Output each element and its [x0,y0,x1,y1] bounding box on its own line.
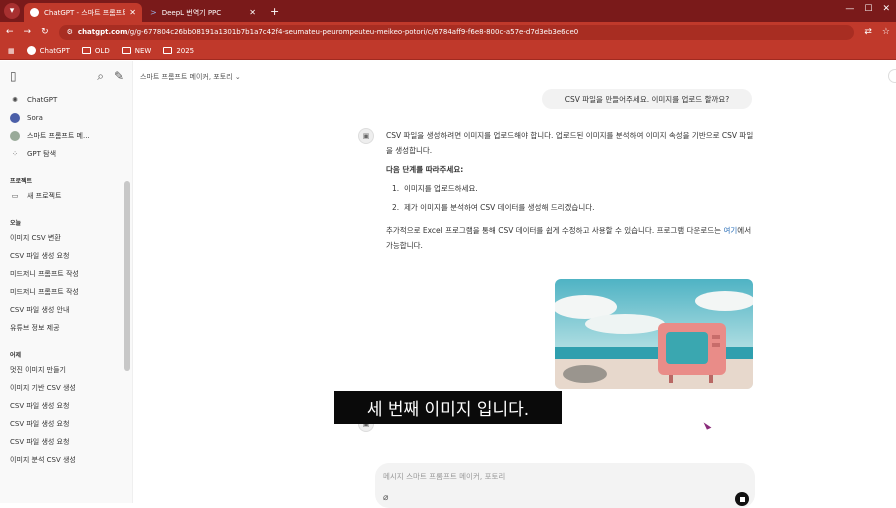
paperclip-icon[interactable]: ⌀ [383,493,388,503]
history-item[interactable]: 멋진 이미지 만들기 [0,361,132,379]
download-link[interactable]: 여기 [723,226,737,235]
history-item[interactable]: 유튜브 정보 제공 [0,319,132,337]
list-item: 1. 이미지를 업로드하세요. [392,184,478,193]
model-selector[interactable]: 스마트 프롬프트 메이커, 포토리 ⌄ [140,72,241,82]
history-item[interactable]: 이미지 기반 CSV 생성 [0,379,132,397]
mouse-cursor-icon [703,420,712,430]
search-icon[interactable]: ⌕ [97,69,104,84]
address-bar-row: ← → ↻ ⚙ chatgpt.com/g/g-677804c26bb08191… [0,22,896,42]
maximize-icon[interactable]: ☐ [864,4,872,14]
chatgpt-icon [30,8,39,17]
history-item[interactable]: CSV 파일 생성 요청 [0,397,132,415]
bookmark-chatgpt[interactable]: ChatGPT [26,46,70,55]
apps-grid-icon[interactable]: ▦ [8,47,15,55]
minimize-icon[interactable]: — [845,4,854,14]
section-today: 오늘 [10,219,22,227]
back-icon[interactable]: ← [6,27,14,37]
message-composer: ⌀ [375,463,755,508]
folder-icon [81,47,91,54]
tab-chatgpt[interactable]: ChatGPT - 스마트 프롬프트 메 ✕ [24,3,142,22]
assistant-avatar-icon: ▣ [358,128,374,144]
sidebar-scrollbar[interactable] [124,181,130,371]
tab-strip: ▾ ChatGPT - 스마트 프롬프트 메 ✕ > DeepL 번역기 PPC… [0,0,896,22]
deepl-icon: > [150,8,157,17]
bookmark-star-icon[interactable]: ☆ [882,27,890,37]
list-item: 2. 제가 이미지를 분석하여 CSV 데이터를 생성해 드리겠습니다. [392,203,595,212]
answer-paragraph: 추가적으로 Excel 프로그램을 통해 CSV 데이터를 쉽게 수정하고 사용… [386,226,752,250]
history-item[interactable]: 미드저니 프롬프트 작성 [0,265,132,283]
tab-deepl[interactable]: > DeepL 번역기 PPC ✕ [144,3,262,22]
site-info-icon[interactable]: ⚙ [67,28,73,36]
bookmark-folder-old[interactable]: OLD [81,47,110,55]
grid-icon: ⁘ [12,150,18,158]
answer-paragraph: CSV 파일을 생성하려면 이미지를 업로드해야 합니다. 업로드된 이미지를 … [386,131,754,155]
tab-search-button[interactable]: ▾ [4,3,20,19]
steps-list: 1. 이미지를 업로드하세요. 2. 제가 이미지를 분석하여 CSV 데이터를 생… [392,181,758,215]
history-item[interactable]: CSV 파일 생성 안내 [0,301,132,319]
answer-heading: 다음 단계를 따라주세요: [386,165,464,174]
history-item[interactable]: CSV 파일 생성 요청 [0,415,132,433]
assistant-message: CSV 파일을 생성하려면 이미지를 업로드해야 합니다. 업로드된 이미지를 … [386,128,758,257]
history-item[interactable]: 이미지 분석 CSV 생성 [0,451,132,469]
new-chat-icon[interactable]: ✎ [114,69,124,84]
user-message: CSV 파일을 만들어주세요. 이미지를 업로드 할까요? [542,89,752,109]
section-yesterday: 어제 [10,351,22,359]
chevron-down-icon: ⌄ [234,73,241,81]
history-item[interactable]: CSV 파일 생성 요청 [0,247,132,265]
profile-button[interactable] [888,69,896,83]
close-icon[interactable]: ✕ [249,8,256,17]
close-window-icon[interactable]: ✕ [882,4,890,14]
sora-icon [10,113,20,123]
translate-icon[interactable]: ⇄ [864,27,872,37]
tab-title: ChatGPT - 스마트 프롬프트 메 [44,8,125,17]
reload-icon[interactable]: ↻ [41,27,49,37]
sidebar-header: ▯ ⌕ ✎ [0,61,132,91]
gpt-avatar-icon [10,131,20,141]
message-input[interactable] [383,470,683,483]
chat-main: 스마트 프롬프트 메이커, 포토리 ⌄ CSV 파일을 만들어주세요. 이미지를… [134,61,896,508]
section-projects: 프로젝트 [10,177,33,185]
window-controls: — ☐ ✕ [845,4,890,14]
send-button[interactable] [735,492,749,506]
chatgpt-icon: ✺ [12,96,18,104]
folder-icon [163,47,173,54]
url-host: chatgpt.com [77,28,128,36]
chatgpt-icon [26,46,36,55]
history-item[interactable]: CSV 파일 생성 요청 [0,433,132,451]
bookmark-folder-2025[interactable]: 2025 [163,47,194,55]
sidebar-toggle-icon[interactable]: ▯ [10,69,17,83]
uploaded-image[interactable] [555,279,753,389]
bookmarks-bar: ▦ ChatGPT OLD NEW 2025 [0,42,896,60]
new-tab-button[interactable]: + [270,5,279,18]
sidebar-item-new-project[interactable]: ▭ 새 프로젝트 [0,187,132,205]
forward-icon[interactable]: → [24,27,32,37]
sidebar-item-smart-prompt[interactable]: 스마트 프롬프트 메... [0,127,132,145]
stop-icon [739,496,745,502]
url-path: /g/g-677804c26bb08191a1301b7b1a7c42f4-se… [127,28,579,36]
sidebar-item-explore-gpt[interactable]: ⁘ GPT 탐색 [0,145,132,163]
url-field[interactable]: ⚙ chatgpt.com/g/g-677804c26bb08191a1301b… [58,24,855,40]
tab-title: DeepL 번역기 PPC [161,8,222,17]
close-icon[interactable]: ✕ [129,8,136,17]
bookmark-folder-new[interactable]: NEW [121,47,151,55]
history-item[interactable]: 이미지 CSV 변환 [0,229,132,247]
sidebar: ▯ ⌕ ✎ ✺ ChatGPT Sora 스마트 프롬프트 메... ⁘ GPT 탐… [0,61,133,503]
sidebar-item-chatgpt[interactable]: ✺ ChatGPT [0,91,132,109]
sidebar-item-sora[interactable]: Sora [0,109,132,127]
folder-icon [121,47,131,54]
history-item[interactable]: 미드저니 프롬프트 작성 [0,283,132,301]
toolbar-right: ⇄ ☆ [864,27,890,37]
folder-plus-icon: ▭ [11,192,19,200]
video-subtitle: 세 번째 이미지 입니다. [334,391,562,424]
